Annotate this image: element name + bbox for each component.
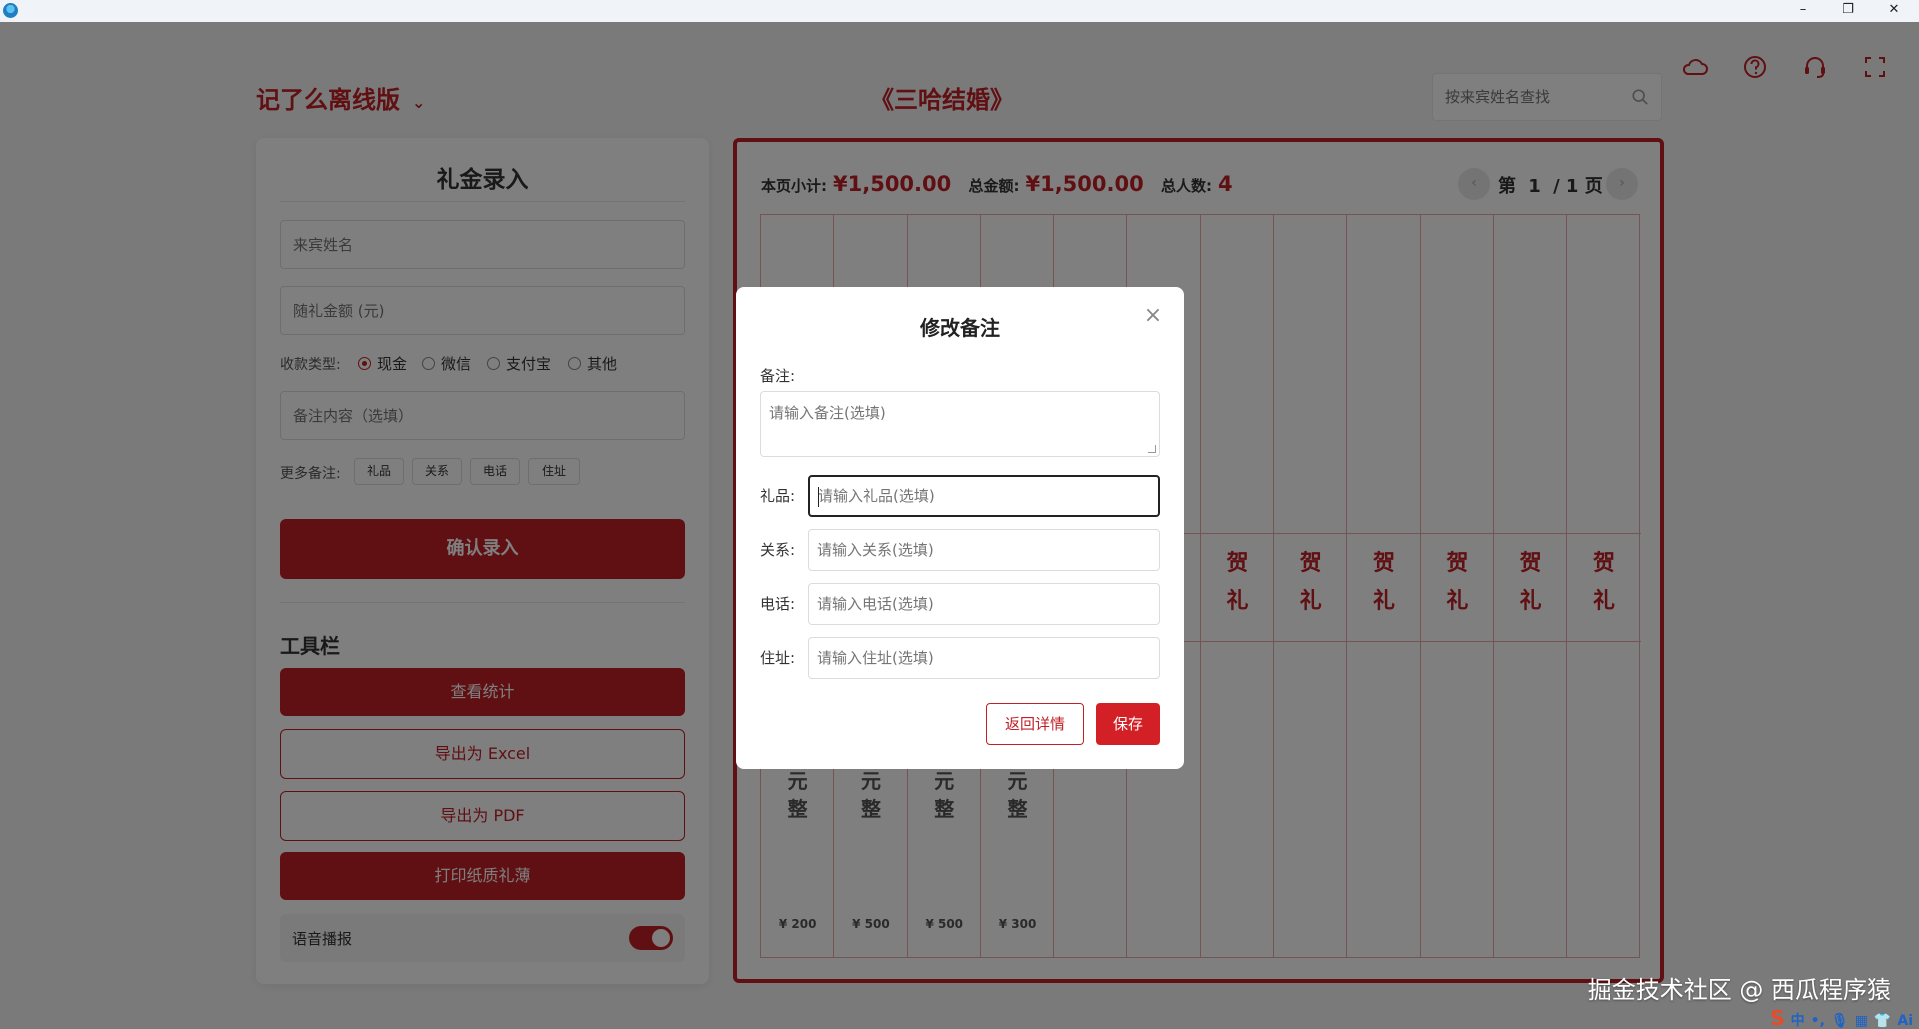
back-to-details-button[interactable]: 返回详情 <box>986 703 1084 745</box>
watermark: 掘金技术社区 @ 西瓜程序猿 <box>1587 976 1891 1004</box>
note-textarea-field <box>760 391 1160 457</box>
relation-input[interactable] <box>809 530 1159 570</box>
gift-label: 礼品: <box>760 487 796 505</box>
minimize-button[interactable]: – <box>1781 0 1825 22</box>
relation-field <box>808 529 1160 571</box>
note-textarea[interactable] <box>761 392 1159 456</box>
relation-label: 关系: <box>760 541 796 559</box>
address-field <box>808 637 1160 679</box>
text-caret <box>818 487 819 507</box>
gift-input[interactable] <box>810 477 1158 515</box>
ime-tray: S 中 •, 🎙 ▦ 👕 Ai <box>1764 1006 1913 1029</box>
window-titlebar: – ❐ ✕ <box>0 0 1919 22</box>
tray-item[interactable]: Ai <box>1897 1013 1913 1029</box>
note-label: 备注: <box>760 367 796 385</box>
tray-item[interactable]: 👕 <box>1874 1013 1891 1029</box>
tray-item[interactable]: 🎙 <box>1831 1013 1849 1029</box>
close-icon[interactable]: × <box>1142 305 1164 327</box>
phone-input[interactable] <box>809 584 1159 624</box>
phone-field <box>808 583 1160 625</box>
resize-handle-icon[interactable] <box>1148 445 1156 453</box>
tray-item[interactable]: 中 <box>1791 1010 1805 1029</box>
address-label: 住址: <box>760 649 796 667</box>
tray-item[interactable]: S <box>1770 1006 1784 1029</box>
save-button[interactable]: 保存 <box>1096 703 1160 745</box>
dialog-title: 修改备注 <box>920 316 1000 340</box>
close-window-button[interactable]: ✕ <box>1872 0 1916 22</box>
restore-button[interactable]: ❐ <box>1826 0 1870 22</box>
edit-note-dialog: 修改备注 × 备注: 礼品: 关系: 电话: 住址: 返回详情 保存 <box>736 287 1184 769</box>
tray-item[interactable]: ▦ <box>1855 1013 1868 1029</box>
address-input[interactable] <box>809 638 1159 678</box>
phone-label: 电话: <box>760 595 796 613</box>
app-globe-icon <box>3 3 18 18</box>
gift-field <box>808 475 1160 517</box>
tray-item[interactable]: •, <box>1811 1013 1825 1029</box>
